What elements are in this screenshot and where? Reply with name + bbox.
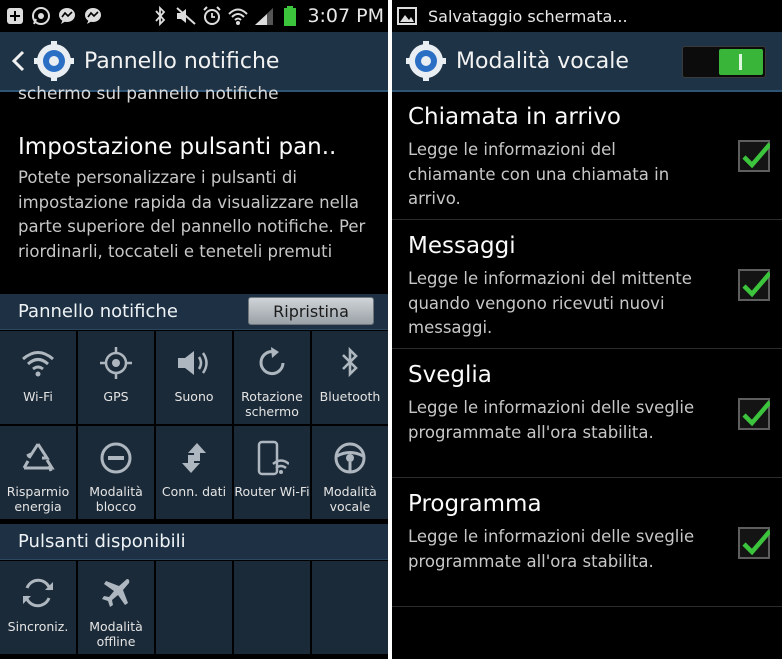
checkbox[interactable] (738, 269, 772, 301)
image-icon (396, 5, 418, 27)
empty-slot (312, 561, 388, 654)
screenshot-notification: Salvataggio schermata... (428, 6, 628, 26)
partial-setting-text: schermo sul pannello notifiche (18, 84, 279, 104)
panel-section-header: Pannello notifiche Ripristina (0, 294, 388, 330)
option-description: Legge le informazioni del mittente quand… (408, 269, 692, 337)
sync-icon (18, 573, 58, 613)
checkmark-icon (742, 142, 772, 169)
tile-label: Modalità blocco (89, 484, 143, 514)
sound-icon (174, 343, 214, 383)
voice-mode-toggle[interactable] (682, 46, 766, 78)
quick-settings-title[interactable]: Impostazione pulsanti pan.. (18, 134, 336, 160)
list-item[interactable]: Chiamata in arrivo Legge le informazioni… (392, 92, 782, 220)
panel-buttons-grid: Wi-Fi GPS Suono Rotazione schermo Blueto… (0, 331, 388, 519)
wifi-icon (227, 5, 249, 27)
clock: 3:07 PM (307, 5, 384, 27)
checkmark-icon (742, 529, 772, 556)
tile-power-saving[interactable]: Risparmio energia (0, 426, 76, 519)
page-title: Pannello notifiche (84, 48, 280, 74)
tile-label: Risparmio energia (6, 484, 70, 514)
mute-icon (175, 5, 197, 27)
rotation-icon (252, 343, 292, 383)
page-title: Modalità vocale (456, 48, 629, 74)
block-icon (96, 438, 136, 478)
status-bar: 3:07 PM (0, 0, 388, 32)
available-section-label: Pulsanti disponibili (18, 531, 186, 552)
plus-icon (4, 5, 26, 27)
checkbox[interactable] (738, 398, 772, 430)
tile-rotation[interactable]: Rotazione schermo (234, 331, 310, 424)
option-title: Chiamata in arrivo (408, 104, 621, 130)
available-buttons-grid: Sincroniz. Modalità offline (0, 561, 388, 654)
airplane-icon (96, 573, 136, 613)
toggle-knob (719, 49, 763, 75)
tile-label: Bluetooth (319, 389, 381, 404)
tile-label: Wi-Fi (23, 389, 53, 404)
tile-label: Router Wi-Fi (234, 484, 310, 499)
option-description: Legge le informazioni del chiamante con … (408, 140, 670, 208)
available-section-header: Pulsanti disponibili (0, 524, 388, 560)
checkbox[interactable] (738, 527, 772, 559)
list-item[interactable]: Messaggi Legge le informazioni del mitte… (392, 221, 782, 349)
tile-wifi-hotspot[interactable]: Router Wi-Fi (234, 426, 310, 519)
tile-label: Modalità offline (89, 619, 143, 649)
tile-label: Sincroniz. (7, 619, 69, 634)
tile-label: Conn. dati (161, 484, 227, 499)
action-bar: Modalità vocale (392, 32, 782, 92)
reset-button[interactable]: Ripristina (248, 297, 374, 325)
signal-icon (253, 5, 275, 27)
tile-label: GPS (103, 389, 129, 404)
recycle-icon (18, 438, 58, 478)
tile-gps[interactable]: GPS (78, 331, 154, 424)
whatsapp-icon (30, 5, 52, 27)
back-button[interactable] (6, 46, 30, 76)
alarm-icon (201, 5, 223, 27)
tile-voice-mode[interactable]: Modalità vocale (312, 426, 388, 519)
option-title: Messaggi (408, 233, 516, 259)
tile-block-mode[interactable]: Modalità blocco (78, 426, 154, 519)
voice-options-list: Chiamata in arrivo Legge le informazioni… (392, 92, 782, 659)
wifi-icon (18, 343, 58, 383)
checkmark-icon (742, 271, 772, 298)
messenger-icon (56, 5, 78, 27)
tile-sound[interactable]: Suono (156, 331, 232, 424)
option-title: Sveglia (408, 362, 492, 388)
option-description: Legge le informazioni delle sveglie prog… (408, 527, 695, 571)
tile-sync[interactable]: Sincroniz. (0, 561, 76, 654)
tile-offline-mode[interactable]: Modalità offline (78, 561, 154, 654)
tile-bluetooth[interactable]: Bluetooth (312, 331, 388, 424)
option-description: Legge le informazioni delle sveglie prog… (408, 398, 695, 442)
notification-panel-settings-screen: 3:07 PM Pannello notifiche schermo sul p… (0, 0, 388, 659)
list-item[interactable]: Sveglia Legge le informazioni delle sveg… (392, 350, 782, 478)
settings-list: schermo sul pannello notifiche Impostazi… (0, 84, 388, 659)
tile-mobile-data[interactable]: Conn. dati (156, 426, 232, 519)
steering-wheel-icon (330, 438, 370, 478)
bluetooth-icon (330, 343, 370, 383)
empty-slot (156, 561, 232, 654)
messenger-icon (82, 5, 104, 27)
tile-label: Rotazione schermo (241, 389, 303, 419)
voice-mode-screen: Salvataggio schermata... Modalità vocale… (392, 0, 782, 659)
chevron-left-icon (11, 50, 25, 72)
status-bar: Salvataggio schermata... (392, 0, 782, 32)
data-arrows-icon (174, 438, 214, 478)
checkmark-icon (742, 400, 772, 427)
checkbox[interactable] (738, 140, 772, 172)
battery-icon (279, 5, 301, 27)
bluetooth-icon (149, 5, 171, 27)
tile-label: Suono (174, 389, 214, 404)
list-item[interactable]: Programma Legge le informazioni delle sv… (392, 479, 782, 607)
panel-section-label: Pannello notifiche (18, 301, 178, 322)
gear-icon (406, 41, 446, 81)
tile-wifi[interactable]: Wi-Fi (0, 331, 76, 424)
hotspot-icon (252, 438, 292, 478)
action-bar: Pannello notifiche (0, 32, 388, 92)
option-title: Programma (408, 491, 542, 517)
quick-settings-description: Potete personalizzare i pulsanti di impo… (18, 168, 366, 261)
gps-icon (96, 343, 136, 383)
gear-icon (34, 41, 74, 81)
tile-label: Modalità vocale (323, 484, 377, 514)
empty-slot (234, 561, 310, 654)
